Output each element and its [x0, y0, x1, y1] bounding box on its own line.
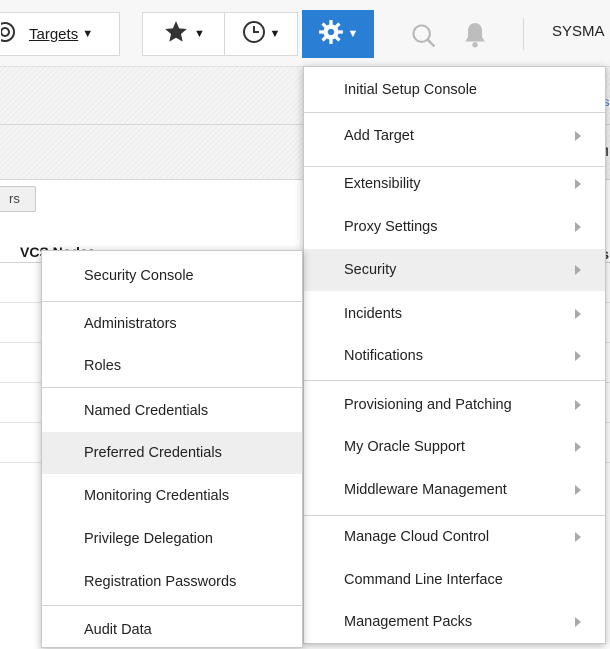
chevron-right-icon	[575, 222, 581, 232]
submenu-item-preferred-credentials[interactable]: Preferred Credentials	[42, 432, 302, 474]
setup-menu-button[interactable]: ▼	[302, 10, 374, 58]
chevron-down-icon: ▼	[347, 28, 359, 40]
global-toolbar: Targets ▼ ▼ ▼ ▼ SYSMA	[0, 0, 610, 67]
chevron-right-icon	[575, 485, 581, 495]
menu-item-incidents[interactable]: Incidents	[304, 295, 605, 333]
menu-separator	[42, 301, 302, 302]
submenu-item-named-credentials[interactable]: Named Credentials	[42, 392, 302, 430]
chevron-down-icon: ▼	[82, 28, 94, 40]
search-icon[interactable]	[410, 22, 438, 55]
menu-item-security[interactable]: Security	[304, 249, 605, 291]
menu-item-command-line-interface[interactable]: Command Line Interface	[304, 561, 605, 599]
chevron-right-icon	[575, 179, 581, 189]
bell-icon[interactable]	[462, 20, 488, 55]
menu-item-initial-setup-console[interactable]: Initial Setup Console	[304, 71, 605, 109]
submenu-item-security-console[interactable]: Security Console	[42, 257, 302, 295]
submenu-item-registration-passwords[interactable]: Registration Passwords	[42, 563, 302, 601]
menu-separator	[304, 515, 605, 516]
menu-separator	[304, 112, 605, 113]
chevron-right-icon	[575, 351, 581, 361]
submenu-item-audit-data[interactable]: Audit Data	[42, 611, 302, 649]
menu-separator	[304, 380, 605, 381]
gear-icon	[318, 19, 344, 50]
menu-item-proxy-settings[interactable]: Proxy Settings	[304, 208, 605, 246]
menu-item-add-target[interactable]: Add Target	[304, 117, 605, 155]
setup-menu: Initial Setup Console Add Target Extensi…	[303, 66, 606, 644]
toolbar-divider	[523, 18, 524, 50]
security-submenu: Security Console Administrators Roles Na…	[41, 250, 303, 648]
user-menu[interactable]: SYSMA	[552, 23, 605, 40]
history-menu-button[interactable]: ▼	[224, 12, 298, 56]
clock-icon	[242, 20, 266, 49]
menu-item-notifications[interactable]: Notifications	[304, 337, 605, 375]
menu-item-manage-cloud-control[interactable]: Manage Cloud Control	[304, 518, 605, 556]
menu-item-middleware-management[interactable]: Middleware Management	[304, 471, 605, 509]
chevron-right-icon	[575, 617, 581, 627]
targets-label: Targets	[29, 25, 79, 43]
menu-separator	[42, 605, 302, 606]
chevron-right-icon	[575, 442, 581, 452]
submenu-item-roles[interactable]: Roles	[42, 347, 302, 385]
menu-separator	[42, 387, 302, 388]
chevron-right-icon	[575, 265, 581, 275]
submenu-item-monitoring-credentials[interactable]: Monitoring Credentials	[42, 477, 302, 515]
submenu-item-privilege-delegation[interactable]: Privilege Delegation	[42, 520, 302, 558]
targets-icon	[0, 21, 19, 48]
chevron-down-icon: ▼	[194, 28, 205, 40]
menu-item-extensibility[interactable]: Extensibility	[304, 165, 605, 203]
chevron-down-icon: ▼	[269, 28, 281, 40]
menu-item-provisioning-and-patching[interactable]: Provisioning and Patching	[304, 386, 605, 424]
menu-item-management-packs[interactable]: Management Packs	[304, 603, 605, 641]
favorites-menu-button[interactable]: ▼	[142, 12, 224, 56]
chevron-right-icon	[575, 532, 581, 542]
star-icon	[162, 19, 190, 50]
chevron-right-icon	[575, 400, 581, 410]
tab-fragment[interactable]: rs	[0, 186, 36, 212]
submenu-item-administrators[interactable]: Administrators	[42, 305, 302, 343]
chevron-right-icon	[575, 131, 581, 141]
menu-item-my-oracle-support[interactable]: My Oracle Support	[304, 428, 605, 466]
chevron-right-icon	[575, 309, 581, 319]
targets-menu-button[interactable]: Targets ▼	[0, 12, 120, 56]
